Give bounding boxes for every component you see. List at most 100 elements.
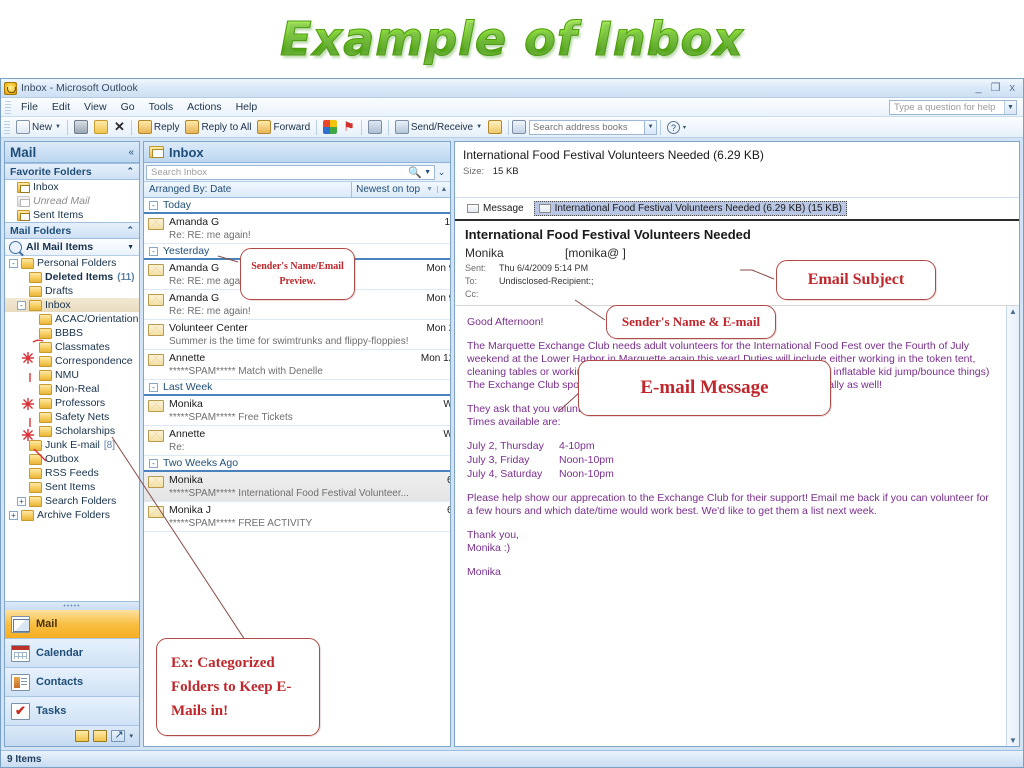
notes-icon[interactable]	[75, 730, 90, 742]
nav-button-contacts[interactable]: Contacts	[5, 668, 139, 697]
new-button[interactable]: New ▼	[13, 118, 64, 136]
folder-tree-item[interactable]: - Inbox	[5, 298, 139, 312]
folder-tree-item[interactable]: NMU	[5, 368, 139, 382]
menu-item-go[interactable]: Go	[114, 100, 142, 114]
folder-tree-item[interactable]: Professors	[5, 396, 139, 410]
close-button[interactable]: x	[1010, 82, 1016, 94]
search-input[interactable]: Search Inbox 🔍 ▼	[146, 164, 435, 180]
message-list-item[interactable]: Annette *****SPAM***** Match with Denelle…	[144, 350, 450, 380]
message-list-item[interactable]: Amanda GRe: RE: me again!11:51 AM⚑	[144, 214, 450, 244]
favorite-folders-section[interactable]: Favorite Folders ⌃	[5, 163, 139, 180]
menu-item-view[interactable]: View	[77, 100, 114, 114]
mail-folders-section[interactable]: Mail Folders ⌃	[5, 222, 139, 239]
folder-list-icon[interactable]	[93, 730, 108, 742]
menu-item-edit[interactable]: Edit	[45, 100, 77, 114]
open-mail-button[interactable]	[485, 118, 505, 136]
expand-query-builder-icon[interactable]: ⌄	[435, 167, 448, 178]
folder-tree-item[interactable]: - Personal Folders	[5, 256, 139, 270]
nav-pane-resize-handle[interactable]: •••••	[5, 601, 139, 610]
categorize-button[interactable]	[320, 118, 340, 136]
folder-tree-item[interactable]: + Search Folders	[5, 494, 139, 508]
reading-pane-scrollbar[interactable]: ▲ ▼	[1006, 306, 1019, 746]
message-list-item[interactable]: AnnetteRe:Wed 6/10⚑	[144, 426, 450, 456]
all-mail-items-dropdown[interactable]: All Mail Items ▼	[5, 239, 139, 256]
menu-grip[interactable]	[5, 100, 11, 114]
chevron-down-icon[interactable]: ▼	[1004, 100, 1016, 114]
favorite-folder-item[interactable]: Inbox	[5, 180, 139, 194]
delete-button[interactable]: ✕	[111, 118, 128, 136]
chevron-down-icon[interactable]: ▼	[127, 244, 134, 251]
expand-icon[interactable]: +	[17, 496, 26, 506]
expand-icon[interactable]: +	[9, 510, 18, 520]
folder-tree-item[interactable]: Outbox	[5, 452, 139, 466]
folder-tree-item[interactable]: Correspondence	[5, 354, 139, 368]
print-button[interactable]	[71, 118, 91, 136]
collapse-icon[interactable]: -	[149, 246, 158, 256]
shortcuts-icon[interactable]	[111, 728, 126, 742]
forward-button[interactable]: Forward	[254, 118, 313, 136]
chevron-down-icon[interactable]: ▾	[129, 732, 133, 740]
message-list-item[interactable]: Monika J *****SPAM***** FREE ACTIVITY 6/2/…	[144, 502, 450, 532]
folder-tree-item[interactable]: RSS Feeds	[5, 466, 139, 480]
folder-tree-item[interactable]: Safety Nets	[5, 410, 139, 424]
folder-tree-item[interactable]: + Archive Folders	[5, 508, 139, 522]
arranged-by-label[interactable]: Arranged By: Date	[149, 184, 231, 195]
address-book-search[interactable]: ▼	[512, 119, 658, 135]
menu-item-help[interactable]: Help	[229, 100, 265, 114]
address-book-input[interactable]	[529, 119, 646, 135]
minimize-button[interactable]: _	[976, 82, 982, 94]
message-group-header[interactable]: - Last Week	[144, 380, 450, 396]
collapse-icon[interactable]: -	[17, 300, 26, 310]
nav-button-tasks[interactable]: Tasks	[5, 697, 139, 726]
collapse-pane-icon[interactable]: «	[128, 147, 134, 158]
chevron-down-icon[interactable]: ▼	[476, 124, 482, 130]
favorite-folder-item[interactable]: Sent Items	[5, 208, 139, 222]
follow-up-flag-button[interactable]: ⚑	[340, 118, 358, 136]
message-list-item[interactable]: Monika *****SPAM***** Free Tickets Wed 6/1…	[144, 396, 450, 426]
chevron-up-icon[interactable]: ⌃	[126, 225, 134, 236]
folder-tree-item[interactable]: Scholarships	[5, 424, 139, 438]
folder-tree-item[interactable]: Non-Real	[5, 382, 139, 396]
nav-button-mail[interactable]: Mail	[5, 610, 139, 639]
chevron-down-icon[interactable]: ▼	[645, 119, 658, 135]
reply-all-button[interactable]: Reply to All	[182, 118, 254, 136]
collapse-icon[interactable]: -	[9, 258, 18, 268]
sort-order-selector[interactable]: Newest on top ▼	[351, 182, 437, 197]
help-button[interactable]: ? ▾	[664, 118, 689, 136]
restore-button[interactable]: ❐	[991, 82, 1001, 94]
scroll-down-icon[interactable]: ▼	[1009, 736, 1017, 745]
folder-tree-item[interactable]: Drafts	[5, 284, 139, 298]
search-icon[interactable]: 🔍	[408, 166, 422, 179]
menu-item-actions[interactable]: Actions	[180, 100, 228, 114]
toolbar-grip[interactable]	[4, 120, 10, 134]
favorite-folder-item[interactable]: Unread Mail	[5, 194, 139, 208]
scroll-up-button[interactable]: ▲	[437, 186, 450, 193]
folder-tree-item[interactable]: Deleted Items (11)	[5, 270, 139, 284]
collapse-icon[interactable]: -	[149, 382, 158, 392]
message-group-header[interactable]: - Two Weeks Ago	[144, 456, 450, 472]
reply-button[interactable]: Reply	[135, 118, 183, 136]
chevron-up-icon[interactable]: ⌃	[126, 166, 134, 177]
help-search-box[interactable]: Type a question for help ▼	[889, 99, 1017, 115]
message-group-header[interactable]: - Today	[144, 198, 450, 214]
folder-tree-item[interactable]: Classmates	[5, 340, 139, 354]
menu-item-tools[interactable]: Tools	[142, 100, 181, 114]
menu-item-file[interactable]: File	[14, 100, 45, 114]
folder-tree-item[interactable]: ACAC/Orientation	[5, 312, 139, 326]
move-to-folder-button[interactable]	[91, 118, 111, 136]
folder-tree-item[interactable]: Sent Items	[5, 480, 139, 494]
scroll-up-icon[interactable]: ▲	[1009, 307, 1017, 316]
tab-message[interactable]: Message	[463, 202, 528, 215]
message-list-item[interactable]: Volunteer Center Summer is the time for s…	[144, 320, 450, 350]
chevron-down-icon[interactable]: ▼	[424, 169, 431, 176]
message-list-item[interactable]: Monika *****SPAM***** International Food …	[144, 472, 450, 502]
collapse-icon[interactable]: -	[149, 458, 158, 468]
tab-attachment[interactable]: International Food Festival Volunteers N…	[533, 201, 847, 216]
chevron-down-icon[interactable]: ▾	[683, 124, 686, 131]
folder-tree-item[interactable]: Junk E-mail [8]	[5, 438, 139, 452]
collapse-icon[interactable]: -	[149, 200, 158, 210]
send-receive-button[interactable]: Send/Receive ▼	[392, 118, 485, 136]
nav-button-calendar[interactable]: Calendar	[5, 639, 139, 668]
junk-filter-button[interactable]	[365, 118, 385, 136]
folder-tree-item[interactable]: BBBS	[5, 326, 139, 340]
